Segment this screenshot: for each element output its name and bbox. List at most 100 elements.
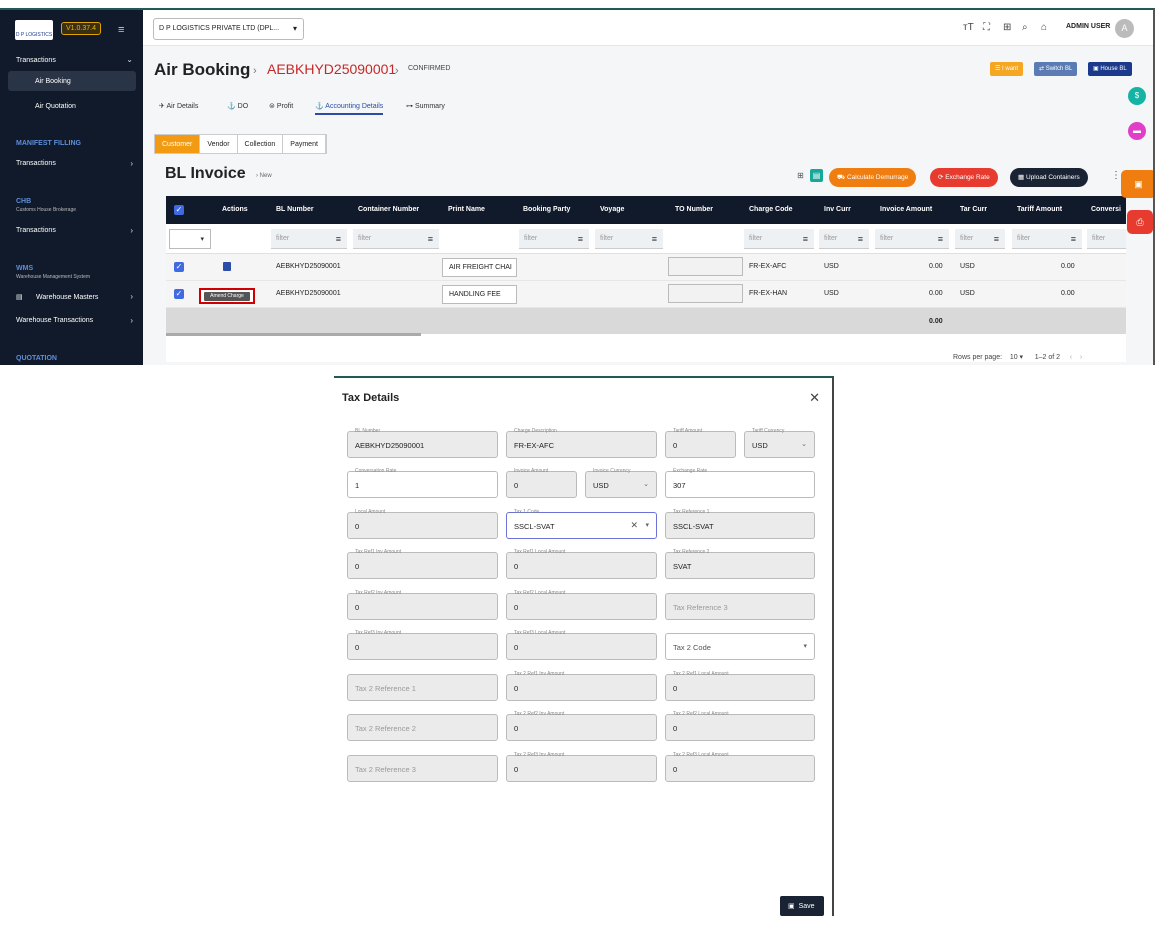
upload-containers-button[interactable]: ▦ Upload Containers — [1010, 168, 1088, 187]
i-want-button[interactable]: ☰ I want — [990, 62, 1024, 76]
edit-charge-icon[interactable] — [223, 262, 231, 271]
column-header[interactable]: Tar Curr — [960, 206, 987, 213]
sidebar-item-transactions[interactable]: Transactions — [16, 57, 56, 64]
tax2-code-select[interactable]: Tax 2 Code ▾ — [665, 633, 815, 660]
sidebar-item-warehouse-transactions[interactable]: Warehouse Transactions — [16, 317, 93, 324]
report-icon[interactable]: ▣ — [1121, 170, 1153, 198]
chevron-down-icon[interactable]: ▾ — [645, 521, 649, 529]
print-name-input[interactable]: AIR FREIGHT CHAI — [442, 258, 517, 277]
chevron-down-icon[interactable]: ▾ — [803, 642, 807, 650]
save-button[interactable]: ▣ Save — [780, 896, 824, 916]
tab-customer[interactable]: Customer — [155, 135, 201, 153]
tab-do[interactable]: ⚓ DO — [227, 102, 248, 110]
exchange-rate-field[interactable]: Exchange Rate 307 — [665, 468, 815, 498]
switch-bl-button[interactable]: ⇄ Switch BL — [1034, 62, 1078, 76]
conversation-rate-field[interactable]: Conversation Rate 1 — [347, 468, 498, 498]
search-icon[interactable]: ⌕ — [1022, 22, 1028, 33]
avatar[interactable]: A — [1115, 19, 1134, 38]
house-bl-button[interactable]: ▣ House BL — [1088, 62, 1132, 76]
to-number-input[interactable] — [668, 257, 743, 276]
filter-icon[interactable]: ≡ — [858, 234, 863, 244]
filter-input[interactable]: filter ≡ — [875, 229, 949, 249]
more-options-icon[interactable]: ⋮ — [1111, 170, 1121, 181]
column-header[interactable]: Voyage — [600, 206, 624, 213]
font-size-icon[interactable]: ᴛT — [963, 22, 974, 33]
print-name-input[interactable]: HANDLING FEE — [442, 285, 517, 304]
rows-per-page-select[interactable]: 10 — [1010, 354, 1018, 361]
column-header[interactable]: Actions — [222, 206, 248, 213]
next-page-icon[interactable]: › — [1080, 354, 1082, 361]
filter-input[interactable]: filter ≡ — [744, 229, 814, 249]
column-header[interactable]: Charge Code — [749, 206, 793, 213]
tax1-code-select[interactable]: Tax 1 Code SSCL-SVAT ✕ ▾ — [506, 509, 657, 539]
filter-icon[interactable]: ≡ — [803, 234, 808, 244]
filter-icon[interactable]: ≡ — [994, 234, 999, 244]
dollar-icon[interactable]: $ — [1128, 87, 1146, 105]
filter-input[interactable]: filter ≡ — [595, 229, 663, 249]
sidebar-item-manifest-transactions[interactable]: Transactions — [16, 160, 56, 167]
filter-icon[interactable]: ≡ — [652, 234, 657, 244]
filter-icon[interactable]: ≡ — [578, 234, 583, 244]
filter-input[interactable]: filter ≡ — [819, 229, 869, 249]
table-row[interactable]: ✓ AEBKHYD25090001 AIR FREIGHT CHAI FR-EX… — [166, 254, 1126, 281]
field-label: Tax 2 Ref1 Local Amount — [671, 671, 731, 677]
tax-ref2-inv-amount-field: Tax Ref2 Inv Amount 0 — [347, 590, 498, 620]
field-label: Tax Ref2 Inv Amount — [353, 590, 404, 596]
filter-select[interactable]: ▾ — [169, 229, 211, 249]
column-header[interactable]: Tariff Amount — [1017, 206, 1062, 213]
calculate-demurrage-button[interactable]: ⛟ Calculate Demurrage — [829, 168, 917, 187]
column-header[interactable]: Conversi — [1091, 206, 1121, 213]
tab-vendor[interactable]: Vendor — [200, 135, 238, 153]
filter-input[interactable]: filter ≡ — [1012, 229, 1082, 249]
sidebar-item-chb-transactions[interactable]: Transactions — [16, 227, 56, 234]
sidebar-item-air-quotation[interactable]: Air Quotation — [35, 103, 76, 110]
print-icon[interactable]: ⎙ — [1127, 210, 1153, 234]
to-number-input[interactable] — [668, 284, 743, 303]
sidebar-item-air-booking[interactable]: Air Booking — [35, 78, 71, 85]
filter-input[interactable]: filter ≡ — [271, 229, 347, 249]
chevron-down-icon: ⌄ — [643, 481, 649, 488]
column-header[interactable]: BL Number — [276, 206, 314, 213]
tab-profit[interactable]: ⊜ Profit — [269, 102, 293, 110]
company-select[interactable]: D P LOGISTICS PRIVATE LTD (DPL... ▾ — [153, 18, 304, 40]
filter-input[interactable]: filter ≡ — [955, 229, 1005, 249]
filter-input[interactable]: filter — [1087, 229, 1126, 249]
column-header[interactable]: Print Name — [448, 206, 485, 213]
filter-input[interactable]: filter ≡ — [519, 229, 589, 249]
grid-view-icon[interactable]: ⊞ — [794, 169, 807, 182]
filter-input[interactable]: filter ≡ — [353, 229, 439, 249]
table-row[interactable]: ✓ AEBKHYD25090001 HANDLING FEE FR-EX-HAN… — [166, 281, 1126, 308]
row-checkbox[interactable]: ✓ — [174, 289, 184, 299]
close-icon[interactable]: ✕ — [809, 390, 820, 406]
menu-icon[interactable]: ≡ — [118, 24, 124, 36]
tax2-ref3-local-amount-field: Tax 2 Ref3 Local Amount 0 — [665, 752, 815, 782]
apps-icon[interactable]: ⊞ — [1003, 22, 1011, 33]
filter-icon[interactable]: ≡ — [938, 234, 943, 244]
list-view-icon[interactable]: ▤ — [810, 169, 823, 182]
exchange-rate-button[interactable]: ⟳ Exchange Rate — [930, 168, 998, 187]
filter-icon[interactable]: ≡ — [1071, 234, 1076, 244]
save-icon: ▣ — [788, 903, 795, 910]
horizontal-scrollbar[interactable] — [166, 333, 421, 336]
tab-payment[interactable]: Payment — [283, 135, 326, 153]
select-all-checkbox[interactable]: ✓ — [174, 205, 184, 215]
tab-collection[interactable]: Collection — [238, 135, 284, 153]
tab-summary[interactable]: ⊶ Summary — [406, 102, 445, 110]
filter-icon[interactable]: ≡ — [428, 234, 433, 244]
tab-air-details[interactable]: ✈ Air Details — [159, 102, 198, 110]
filter-icon[interactable]: ≡ — [336, 234, 341, 244]
home-icon[interactable]: ⌂ — [1041, 22, 1047, 33]
filter-row: ▾ filter ≡ filter ≡ filter ≡ filter ≡ filter… — [166, 224, 1126, 254]
column-header[interactable]: Inv Curr — [824, 206, 851, 213]
fullscreen-icon[interactable]: ⛶ — [983, 22, 990, 33]
clear-icon[interactable]: ✕ — [630, 520, 638, 531]
chat-icon[interactable]: ▬ — [1128, 122, 1146, 140]
prev-page-icon[interactable]: ‹ — [1070, 354, 1072, 361]
column-header[interactable]: Container Number — [358, 206, 419, 213]
column-header[interactable]: TO Number — [675, 206, 713, 213]
tab-accounting-details[interactable]: ⚓ Accounting Details — [315, 102, 384, 115]
sidebar-item-warehouse-masters[interactable]: Warehouse Masters — [36, 294, 98, 301]
row-checkbox[interactable]: ✓ — [174, 262, 184, 272]
column-header[interactable]: Invoice Amount — [880, 206, 932, 213]
column-header[interactable]: Booking Party — [523, 206, 570, 213]
